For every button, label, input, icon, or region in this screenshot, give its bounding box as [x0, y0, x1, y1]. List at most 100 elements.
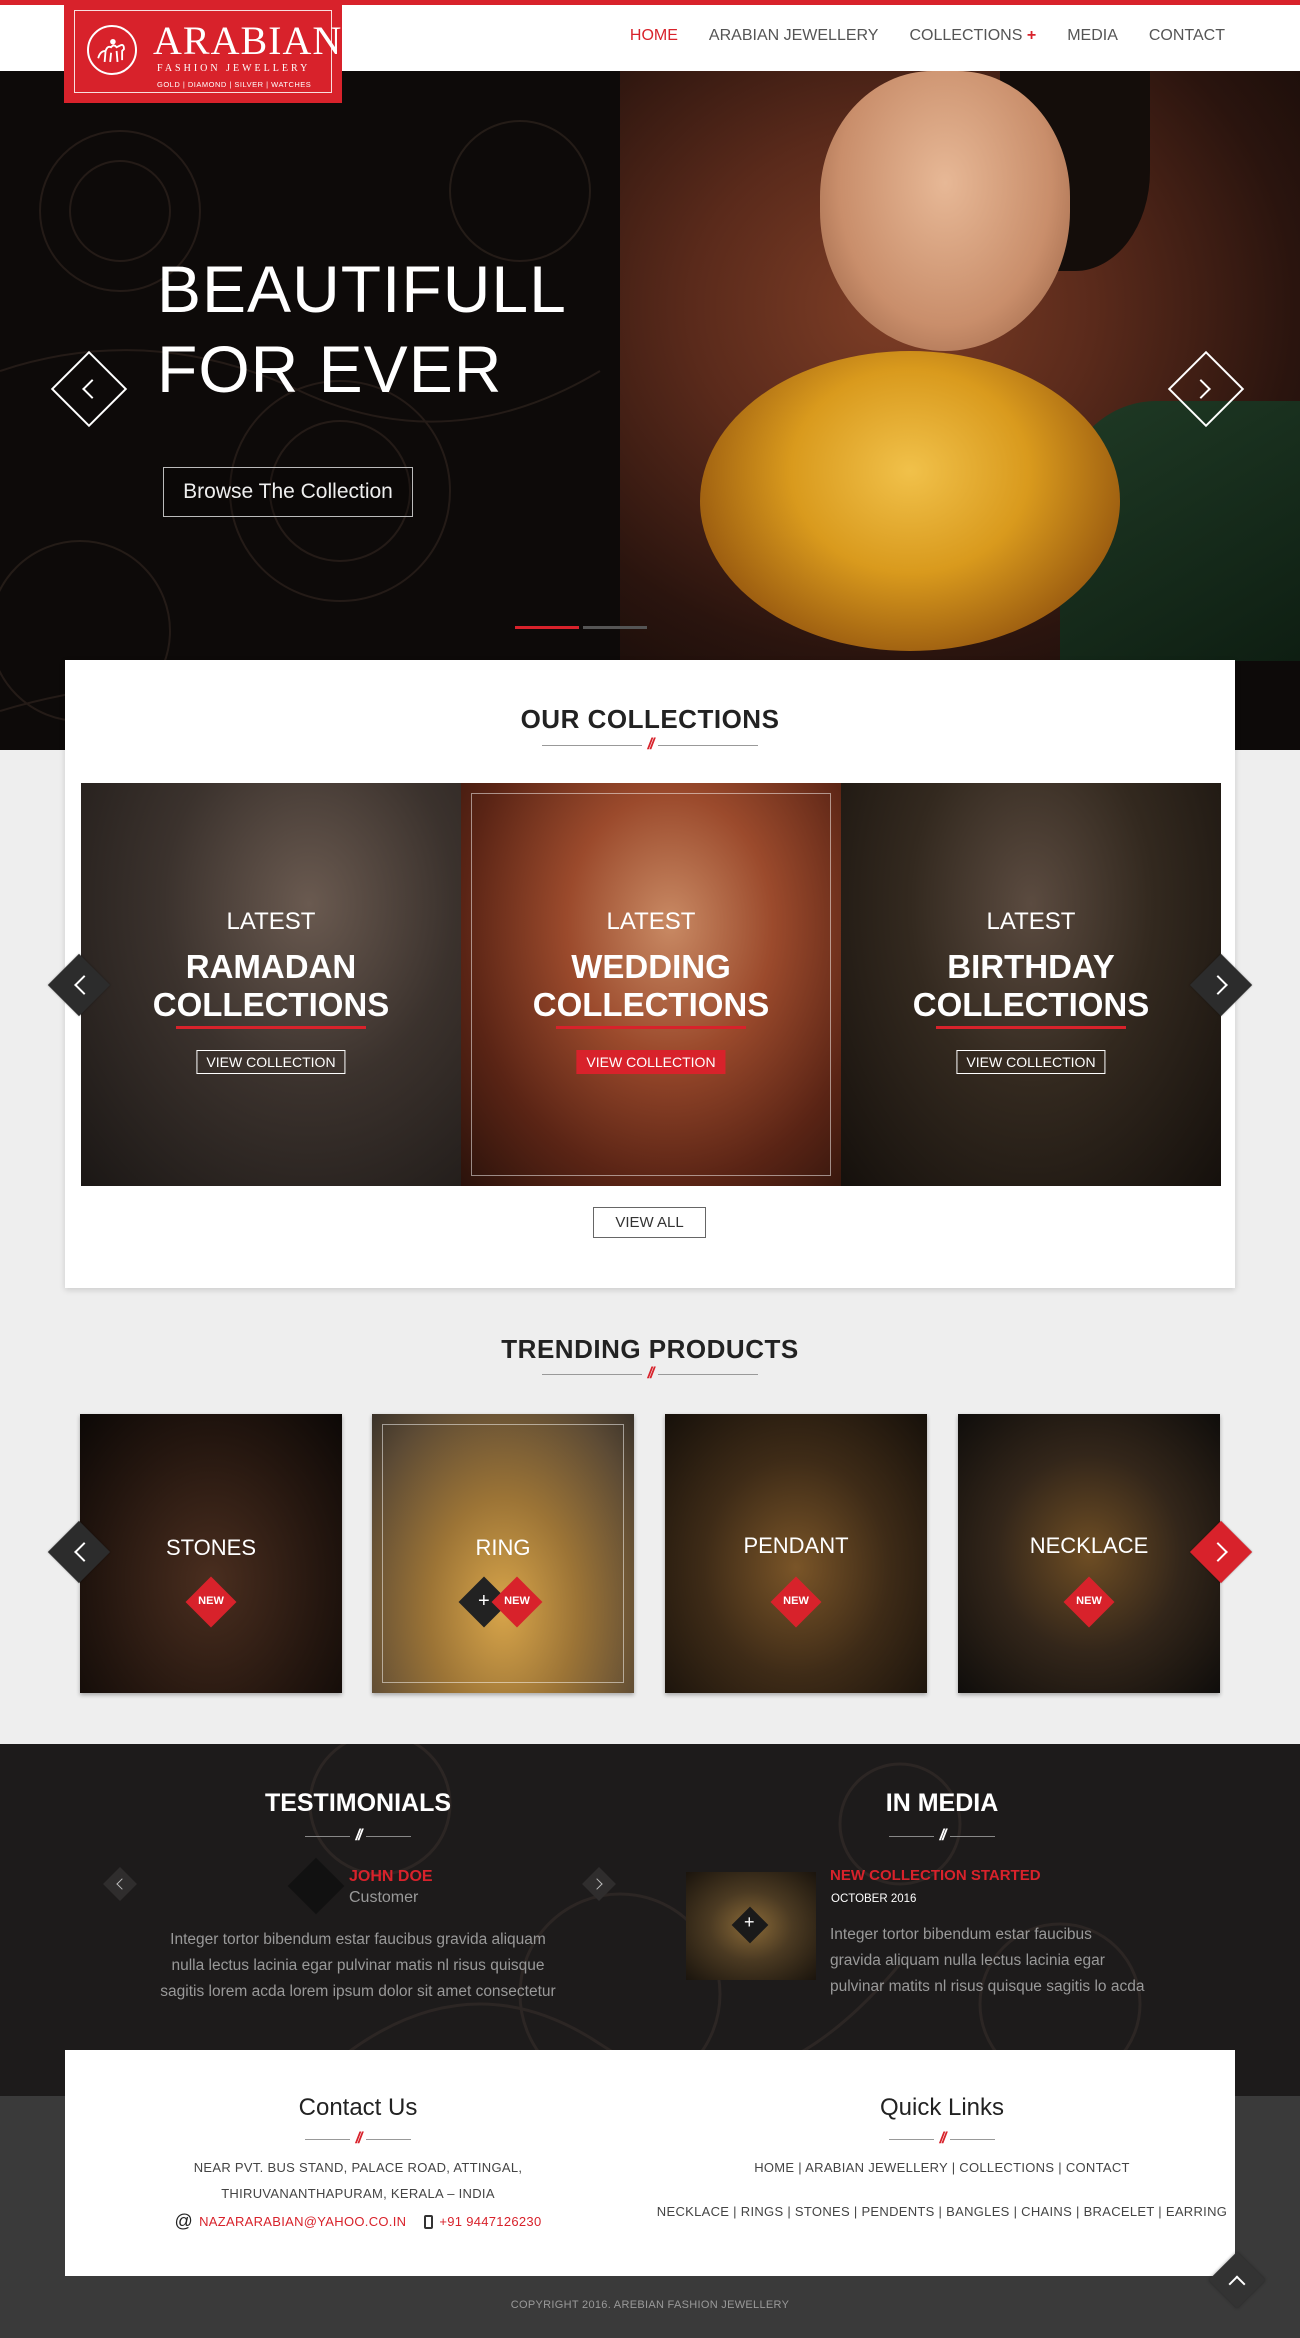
new-badge-label: NEW: [504, 1595, 530, 1607]
nav-media[interactable]: MEDIA: [1067, 27, 1118, 45]
new-badge-label: NEW: [1076, 1595, 1102, 1607]
nav-home[interactable]: HOME: [630, 27, 678, 45]
browse-collection-button[interactable]: Browse The Collection: [163, 467, 413, 517]
collection-card-ramadan[interactable]: LATEST RAMADAN COLLECTIONS VIEW COLLECTI…: [81, 783, 461, 1186]
divider-mark: //: [355, 2130, 363, 2147]
contact-title: Contact Us: [298, 2094, 418, 2121]
collections-divider: //: [0, 736, 1300, 754]
media-text-line2: gravida aliquam nulla lectus lacinia ega…: [830, 1952, 1105, 1969]
hero-title-line2: FOR EVER: [157, 332, 503, 406]
quick-links-categories[interactable]: NECKLACE | RINGS | STONES | PENDENTS | B…: [642, 2204, 1242, 2219]
contact-email-link[interactable]: NAZARARABIAN@YAHOO.CO.IN: [199, 2214, 406, 2229]
collections-next-button[interactable]: [1189, 953, 1253, 1017]
product-card-ring[interactable]: RING + NEW: [372, 1414, 634, 1693]
brand-subtitle: FASHION JEWELLERY: [157, 63, 311, 74]
media-title: IN MEDIA: [885, 1789, 999, 1817]
divider-mark: //: [647, 736, 655, 753]
hero-title-line1: BEAUTIFULL: [157, 252, 567, 326]
product-card-necklace[interactable]: NECKLACE NEW: [958, 1414, 1220, 1693]
collection-card-birthday[interactable]: LATEST BIRTHDAY COLLECTIONS VIEW COLLECT…: [841, 783, 1221, 1186]
view-all-button[interactable]: VIEW ALL: [593, 1207, 706, 1238]
view-collection-button[interactable]: VIEW COLLECTION: [956, 1050, 1106, 1074]
product-label: RING: [475, 1535, 531, 1560]
nav-collections-label: COLLECTIONS: [909, 27, 1023, 44]
contact-phone-link[interactable]: +91 9447126230: [439, 2214, 541, 2229]
new-badge-label: NEW: [198, 1595, 224, 1607]
brand-tags: GOLD | DIAMOND | SILVER | WATCHES: [157, 80, 312, 89]
media-date: OCTOBER 2016: [831, 1893, 917, 1905]
trending-next-button[interactable]: [1189, 1520, 1253, 1584]
collection-name-line2: COLLECTIONS: [532, 986, 770, 1023]
copyright-text: COPYRIGHT 2016. AREBIAN FASHION JEWELLER…: [510, 2299, 790, 2311]
quick-links-divider: //: [742, 2130, 1142, 2148]
brand-name: ARABIAN: [153, 18, 343, 63]
nav-arabian-jewellery[interactable]: ARABIAN JEWELLERY: [709, 27, 879, 45]
hero-slider: BEAUTIFULL FOR EVER Browse The Collectio…: [0, 71, 1300, 750]
collection-underline: [176, 1026, 366, 1029]
divider-mark: //: [939, 1827, 947, 1844]
collection-kicker: LATEST: [226, 908, 316, 935]
product-card-stones[interactable]: STONES NEW: [80, 1414, 342, 1693]
collection-underline: [556, 1026, 746, 1029]
nav-contact[interactable]: CONTACT: [1149, 27, 1225, 45]
testimonial-next-button[interactable]: [582, 1867, 616, 1901]
testimonial-role: Customer: [349, 1889, 419, 1906]
camel-emblem-icon: [87, 25, 137, 75]
slide-indicator-3[interactable]: [651, 626, 715, 629]
slide-indicator-1[interactable]: [515, 626, 579, 629]
plus-icon: +: [744, 1912, 755, 1932]
new-badge-label: NEW: [783, 1595, 809, 1607]
trending-title: TRENDING PRODUCTS: [501, 1334, 799, 1364]
trending-prev-button[interactable]: [47, 1520, 111, 1584]
plus-icon: +: [478, 1590, 490, 1612]
view-collection-button[interactable]: VIEW COLLECTION: [576, 1050, 726, 1074]
divider-mark: //: [939, 2130, 947, 2147]
slide-indicator-2[interactable]: [583, 626, 647, 629]
testimonial-prev-button[interactable]: [103, 1867, 137, 1901]
view-collection-button[interactable]: VIEW COLLECTION: [196, 1050, 346, 1074]
testimonial-text-line2: nulla lectus lacinia egar pulvinar matis…: [171, 1957, 545, 1974]
collections-prev-button[interactable]: [47, 953, 111, 1017]
contact-divider: //: [158, 2130, 558, 2148]
quick-links-main[interactable]: HOME | ARABIAN JEWELLERY | COLLECTIONS |…: [642, 2160, 1242, 2175]
contact-details: @ NAZARARABIAN@YAHOO.CO.IN +91 944712623…: [108, 2211, 608, 2232]
testimonials-divider: //: [158, 1827, 558, 1845]
collection-name-line1: RAMADAN: [185, 948, 357, 985]
collections-title: OUR COLLECTIONS: [520, 704, 780, 734]
collection-name-line1: WEDDING: [571, 948, 731, 985]
media-text-line3: pulvinar matits nl risus quisque sagitis…: [830, 1978, 1145, 1995]
divider-mark: //: [355, 1827, 363, 1844]
product-label: STONES: [165, 1535, 257, 1560]
product-label: NECKLACE: [1029, 1533, 1149, 1558]
media-text: Integer tortor bibendum estar faucibus g…: [830, 1922, 1144, 2000]
site-logo[interactable]: ARABIAN FASHION JEWELLERY GOLD | DIAMOND…: [64, 0, 342, 103]
contact-address-line2: THIRUVANANTHAPURAM, KERALA – INDIA: [221, 2186, 495, 2201]
collection-name-line1: BIRTHDAY: [947, 948, 1115, 985]
nav-collections[interactable]: COLLECTIONS +: [909, 27, 1036, 45]
testimonial-text: Integer tortor bibendum estar faucibus g…: [138, 1927, 578, 2005]
collection-name: WEDDING COLLECTIONS: [461, 948, 841, 1024]
collection-name: RAMADAN COLLECTIONS: [81, 948, 461, 1024]
product-card-pendant[interactable]: PENDANT NEW: [665, 1414, 927, 1693]
hero-necklace-shape: [700, 351, 1120, 651]
phone-icon: [424, 2214, 434, 2229]
product-label: PENDANT: [743, 1533, 849, 1558]
plus-icon: +: [1026, 27, 1037, 44]
testimonial-text-line1: Integer tortor bibendum estar faucibus g…: [170, 1931, 546, 1948]
media-headline[interactable]: NEW COLLECTION STARTED: [830, 1867, 1041, 1884]
trending-divider: //: [0, 1365, 1300, 1383]
collection-underline: [936, 1026, 1126, 1029]
divider-mark: //: [647, 1365, 655, 1382]
collection-name-line2: COLLECTIONS: [152, 986, 390, 1023]
testimonial-name: JOHN DOE: [349, 1868, 433, 1885]
media-divider: //: [742, 1827, 1142, 1845]
quick-links-title: Quick Links: [879, 2094, 1005, 2121]
hero-title: BEAUTIFULL FOR EVER: [157, 249, 567, 409]
hero-face-shape: [820, 71, 1070, 351]
media-text-line1: Integer tortor bibendum estar faucibus: [830, 1926, 1092, 1943]
collection-kicker: LATEST: [986, 908, 1076, 935]
collection-name-line2: COLLECTIONS: [912, 986, 1150, 1023]
collection-card-wedding[interactable]: LATEST WEDDING COLLECTIONS VIEW COLLECTI…: [461, 783, 841, 1186]
contact-address-line1: NEAR PVT. BUS STAND, PALACE ROAD, ATTING…: [193, 2160, 523, 2175]
media-thumbnail[interactable]: +: [686, 1872, 816, 1980]
